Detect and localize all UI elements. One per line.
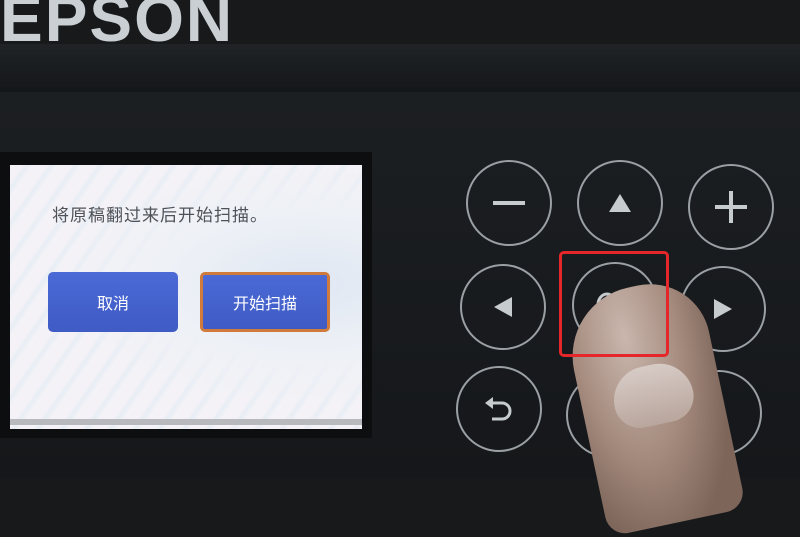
minus-key[interactable] (466, 160, 552, 246)
lcd-bottom-strip (10, 419, 362, 425)
ok-key-highlight-box (559, 251, 669, 357)
back-key[interactable] (456, 366, 542, 452)
plus-key[interactable] (688, 164, 774, 250)
triangle-up-icon (609, 194, 631, 212)
scan-instruction-message: 将原稿翻过来后开始扫描。 (52, 206, 268, 226)
plus-icon (715, 191, 747, 223)
cancel-button[interactable]: 取消 (48, 272, 178, 332)
back-arrow-icon (485, 397, 512, 421)
triangle-left-icon (494, 297, 512, 317)
left-key[interactable] (460, 264, 546, 350)
triangle-right-icon (714, 299, 732, 319)
start-scan-button[interactable]: 开始扫描 (200, 272, 330, 332)
lcd-screen: 将原稿翻过来后开始扫描。 取消 开始扫描 (10, 165, 362, 429)
minus-icon (493, 201, 525, 205)
up-key[interactable] (577, 160, 663, 246)
